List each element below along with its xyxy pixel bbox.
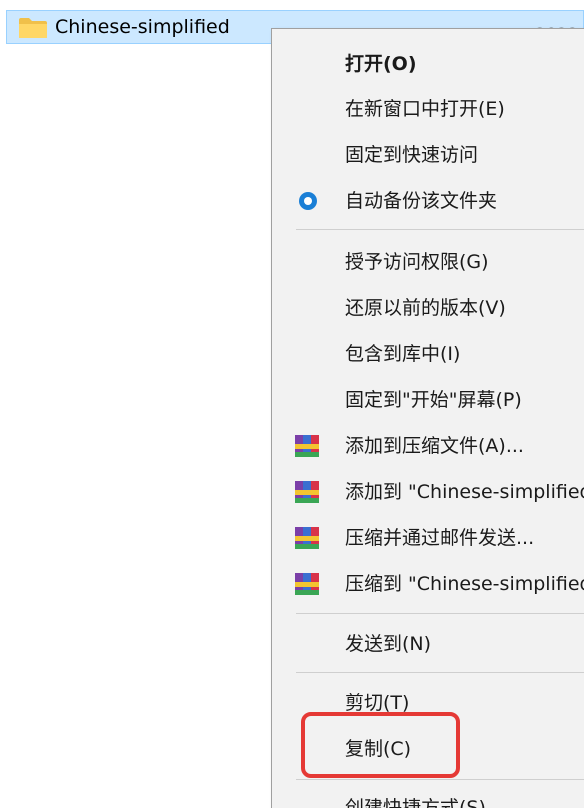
menu-item-open-new-window[interactable]: 在新窗口中打开(E) xyxy=(272,86,584,132)
radio-selected-icon xyxy=(299,192,317,210)
menu-item-label: 压缩到 "Chinese-simplified.rar" 并邮件 xyxy=(345,573,584,595)
menu-item-label: 固定到"开始"屏幕(P) xyxy=(345,389,522,411)
menu-item-label: 创建快捷方式(S) xyxy=(345,797,486,808)
menu-item-create-shortcut[interactable]: 创建快捷方式(S) xyxy=(272,785,584,808)
menu-separator xyxy=(296,779,584,780)
menu-separator xyxy=(296,613,584,614)
menu-item-send-to[interactable]: 发送到(N) xyxy=(272,621,584,667)
menu-item-label: 发送到(N) xyxy=(345,633,432,655)
menu-item-label: 授予访问权限(G) xyxy=(345,251,489,273)
menu-item-label: 剪切(T) xyxy=(345,692,410,714)
menu-item-label: 压缩并通过邮件发送... xyxy=(345,527,535,549)
menu-item-label: 固定到快速访问 xyxy=(345,144,479,166)
menu-item-label: 还原以前的版本(V) xyxy=(345,297,506,319)
menu-item-cut[interactable]: 剪切(T) xyxy=(272,680,584,726)
menu-item-copy[interactable]: 复制(C) xyxy=(272,726,584,772)
menu-item-add-archive[interactable]: 添加到压缩文件(A)... xyxy=(272,423,584,469)
menu-separator xyxy=(296,229,584,230)
menu-item-restore-versions[interactable]: 还原以前的版本(V) xyxy=(272,285,584,331)
menu-separator xyxy=(296,672,584,673)
menu-item-compress-to-rar-email[interactable]: 压缩到 "Chinese-simplified.rar" 并邮件 xyxy=(272,561,584,607)
menu-item-label: 复制(C) xyxy=(345,738,412,760)
menu-item-label: 添加到压缩文件(A)... xyxy=(345,435,524,457)
menu-item-auto-backup[interactable]: 自动备份该文件夹 xyxy=(272,178,584,224)
winrar-icon xyxy=(295,435,319,457)
menu-item-grant-access[interactable]: 授予访问权限(G) xyxy=(272,239,584,285)
menu-item-open[interactable]: 打开(O) xyxy=(272,41,584,87)
menu-item-label: 包含到库中(I) xyxy=(345,343,461,365)
file-name: Chinese-simplified xyxy=(55,16,230,38)
menu-item-include-library[interactable]: 包含到库中(I) xyxy=(272,331,584,377)
menu-item-compress-email[interactable]: 压缩并通过邮件发送... xyxy=(272,515,584,561)
menu-item-pin-quick-access[interactable]: 固定到快速访问 xyxy=(272,132,584,178)
menu-item-label: 在新窗口中打开(E) xyxy=(345,98,505,120)
winrar-icon xyxy=(295,527,319,549)
menu-item-label: 添加到 "Chinese-simplified.rar" xyxy=(345,481,584,503)
folder-icon xyxy=(19,18,47,38)
winrar-icon xyxy=(295,481,319,503)
winrar-icon xyxy=(295,573,319,595)
menu-item-label: 自动备份该文件夹 xyxy=(345,190,498,212)
menu-item-add-to-rar[interactable]: 添加到 "Chinese-simplified.rar" xyxy=(272,469,584,515)
context-menu: 打开(O) 在新窗口中打开(E) 固定到快速访问 自动备份该文件夹 授予访问权限… xyxy=(271,28,584,808)
menu-item-label: 打开(O) xyxy=(345,53,417,75)
menu-item-pin-start[interactable]: 固定到"开始"屏幕(P) xyxy=(272,377,584,423)
explorer-window: Chinese-simplified 2022 打开(O) 在新窗口中打开(E)… xyxy=(0,0,584,808)
